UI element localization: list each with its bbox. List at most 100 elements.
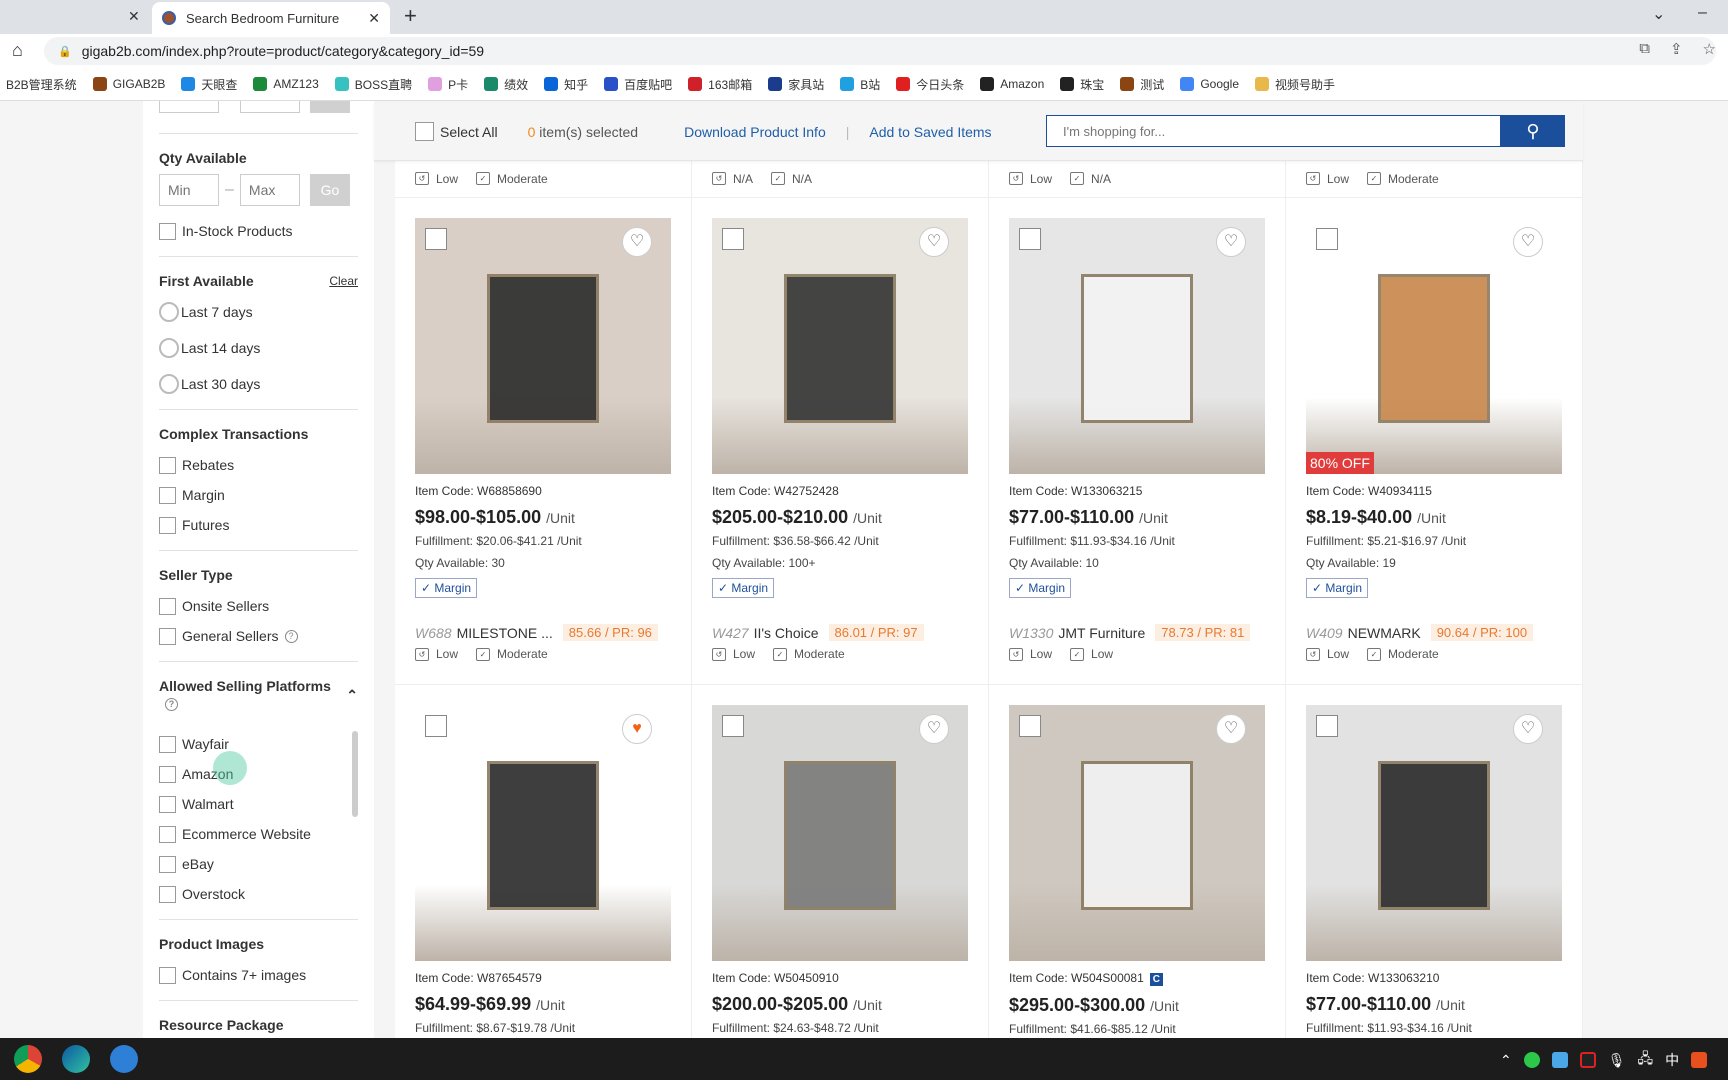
item-code-value[interactable]: W42752428: [774, 484, 839, 498]
seller-name[interactable]: JMT Furniture: [1058, 625, 1145, 641]
select-all-label[interactable]: Select All: [440, 124, 498, 140]
app-tray-icon[interactable]: [1551, 1052, 1568, 1068]
radio-last-14-days[interactable]: Last 14 days: [159, 333, 358, 363]
bookmark-item[interactable]: 知乎: [544, 76, 588, 93]
tab-search-chevron-icon[interactable]: ⌄: [1652, 4, 1665, 24]
network-icon[interactable]: 🖧: [1638, 1048, 1654, 1072]
product-select-checkbox[interactable]: [425, 228, 447, 250]
microphone-icon[interactable]: 🎙: [1608, 1052, 1626, 1069]
bookmark-star-icon[interactable]: ☆: [1703, 40, 1716, 58]
qq-icon[interactable]: [1579, 1052, 1596, 1068]
help-icon[interactable]: ?: [284, 629, 298, 643]
checkbox-amazon[interactable]: Amazon: [159, 759, 358, 789]
product-select-checkbox[interactable]: [1316, 228, 1338, 250]
item-code-value[interactable]: W50450910: [774, 971, 839, 985]
bookmark-item[interactable]: 家具站: [768, 76, 824, 93]
checkbox-contains-7-images[interactable]: Contains 7+ images: [159, 960, 358, 990]
bookmark-item[interactable]: 测试: [1120, 76, 1164, 93]
product-select-checkbox[interactable]: [425, 715, 447, 737]
product-card[interactable]: ♡ Item Code: W50450910 $200.00-$205.00 /Un…: [692, 685, 989, 1038]
bookmark-item[interactable]: 百度贴吧: [604, 76, 672, 93]
lock-icon[interactable]: 🔒: [58, 45, 72, 58]
favorite-heart-icon[interactable]: ♡: [919, 227, 949, 257]
product-select-checkbox[interactable]: [722, 715, 744, 737]
seller-name[interactable]: II's Choice: [754, 625, 819, 641]
favorite-heart-icon[interactable]: ♡: [1216, 227, 1246, 257]
seller-name[interactable]: NEWMARK: [1348, 625, 1421, 641]
url-field[interactable]: 🔒 gigab2b.com/index.php?route=product/ca…: [44, 37, 1716, 65]
product-select-checkbox[interactable]: [1316, 715, 1338, 737]
new-tab-icon[interactable]: +: [404, 3, 417, 29]
bookmark-item[interactable]: Amazon: [980, 77, 1044, 91]
checkbox-rebates[interactable]: Rebates: [159, 450, 358, 480]
favorite-heart-icon[interactable]: ♡: [919, 714, 949, 744]
radio-last-30-days[interactable]: Last 30 days: [159, 369, 358, 399]
product-select-checkbox[interactable]: [1019, 228, 1041, 250]
clear-link[interactable]: Clear: [329, 273, 358, 289]
item-code-value[interactable]: W133063215: [1071, 484, 1142, 498]
product-select-checkbox[interactable]: [722, 228, 744, 250]
share-icon[interactable]: ⇪: [1670, 40, 1683, 58]
checkbox-wayfair[interactable]: Wayfair: [159, 729, 358, 759]
product-select-checkbox[interactable]: [1019, 715, 1041, 737]
product-card[interactable]: ♡ Item Code: W42752428 $205.00-$210.00 /Un…: [692, 198, 989, 684]
bookmark-item[interactable]: GIGAB2B: [92, 77, 165, 91]
collapse-chevron-icon[interactable]: ⌃: [346, 687, 358, 703]
checkbox-overstock[interactable]: Overstock: [159, 879, 358, 909]
wechat-icon[interactable]: [1523, 1052, 1540, 1068]
price-min-input[interactable]: [159, 101, 219, 113]
qty-go-button[interactable]: Go: [309, 174, 350, 206]
chevron-up-icon[interactable]: ⌃: [1500, 1052, 1512, 1069]
close-tab-icon[interactable]: ✕: [128, 8, 140, 25]
search-button[interactable]: ⚲: [1501, 115, 1565, 147]
seller-name[interactable]: MILESTONE ...: [457, 625, 553, 641]
add-to-saved-items-link[interactable]: Add to Saved Items: [869, 124, 991, 140]
home-icon[interactable]: ⌂: [12, 40, 23, 61]
bookmark-item[interactable]: B站: [840, 76, 880, 93]
bookmark-item[interactable]: B2B管理系统: [6, 76, 77, 93]
product-card[interactable]: ♥ Item Code: W87654579 $64.99-$69.99 /Unit…: [395, 685, 692, 1038]
bookmark-item[interactable]: 珠宝: [1060, 76, 1104, 93]
checkbox-walmart[interactable]: Walmart: [159, 789, 358, 819]
radio-last-7-days[interactable]: Last 7 days: [159, 297, 358, 327]
checkbox-futures[interactable]: Futures: [159, 510, 358, 540]
seller-info[interactable]: W688 MILESTONE ... 85.66 / PR: 96: [415, 624, 671, 641]
price-max-input[interactable]: [239, 101, 300, 113]
in-stock-checkbox[interactable]: In-Stock Products: [159, 216, 358, 246]
favorite-heart-icon[interactable]: ♡: [1513, 714, 1543, 744]
qty-min-input[interactable]: [159, 174, 219, 206]
checkbox-general-sellers[interactable]: General Sellers?: [159, 621, 358, 651]
checkbox-ebay[interactable]: eBay: [159, 849, 358, 879]
tab-active[interactable]: Search Bedroom Furniture ✕: [152, 2, 390, 34]
favorite-heart-icon[interactable]: ♥: [622, 714, 652, 744]
product-card[interactable]: ♡ Item Code: W504S00081 C $295.00-$300.00 /…: [989, 685, 1286, 1038]
ime-icon[interactable]: 中: [1665, 1050, 1679, 1070]
bookmark-item[interactable]: 天眼查: [181, 76, 237, 93]
favorite-heart-icon[interactable]: ♡: [1216, 714, 1246, 744]
bookmark-item[interactable]: 绩效: [484, 76, 528, 93]
help-icon[interactable]: ?: [165, 698, 178, 711]
bookmark-item[interactable]: 今日头条: [896, 76, 964, 93]
bookmark-item[interactable]: AMZ123: [253, 77, 319, 91]
checkbox-ecommerce-website[interactable]: Ecommerce Website: [159, 819, 358, 849]
favorite-heart-icon[interactable]: ♡: [622, 227, 652, 257]
seller-info[interactable]: W1330 JMT Furniture 78.73 / PR: 81: [1009, 624, 1265, 641]
item-code-value[interactable]: W87654579: [477, 971, 542, 985]
search-input[interactable]: [1046, 115, 1501, 147]
translate-icon[interactable]: ⧉: [1639, 40, 1650, 58]
qty-max-input[interactable]: [239, 174, 300, 206]
checkbox-margin[interactable]: Margin: [159, 480, 358, 510]
product-card[interactable]: ♡ Item Code: W133063215 $77.00-$110.00 /Un…: [989, 198, 1286, 684]
price-go-button[interactable]: [309, 101, 350, 113]
favorite-heart-icon[interactable]: ♡: [1513, 227, 1543, 257]
bookmark-item[interactable]: Google: [1180, 77, 1239, 91]
edge-icon[interactable]: [62, 1045, 90, 1073]
item-code-value[interactable]: W40934115: [1368, 484, 1432, 498]
product-card[interactable]: ♡ 80% OFF Item Code: W40934115 $8.19-$40.00…: [1286, 198, 1583, 684]
sogou-icon[interactable]: [1691, 1052, 1708, 1068]
app-icon[interactable]: [110, 1045, 138, 1073]
scrollbar[interactable]: [352, 731, 358, 817]
close-tab-icon[interactable]: ✕: [368, 10, 380, 27]
select-all-checkbox[interactable]: [415, 122, 434, 141]
checkbox-onsite-sellers[interactable]: Onsite Sellers: [159, 591, 358, 621]
